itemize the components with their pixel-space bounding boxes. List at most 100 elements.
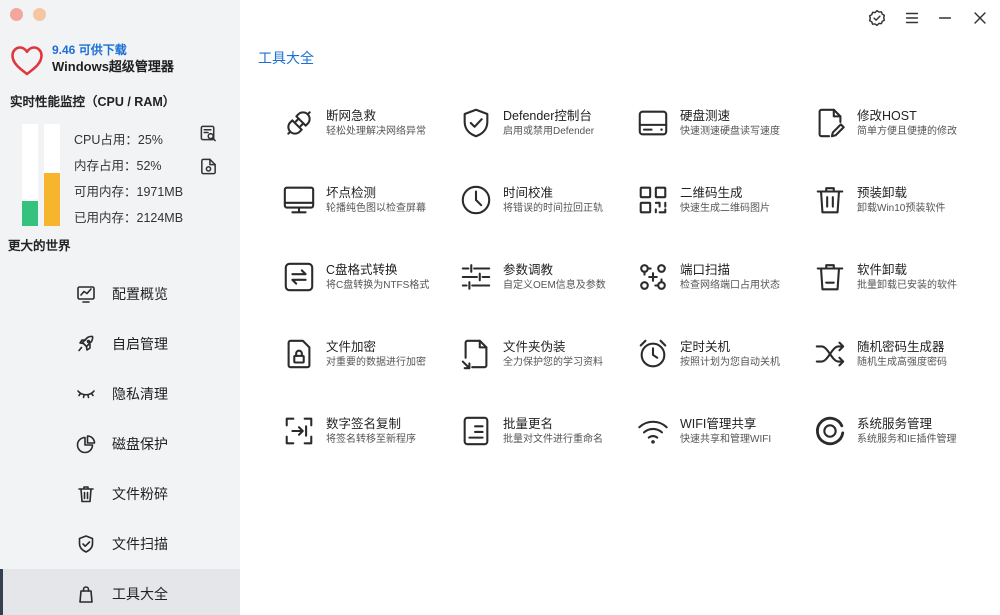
tool-title: 定时关机	[680, 340, 731, 354]
tool-software-uninstall[interactable]: 软件卸载批量卸载已安装的软件	[813, 260, 990, 300]
sliders-icon	[459, 260, 493, 294]
cpu-usage-bar	[22, 124, 38, 226]
tool-title: 二维码生成	[680, 186, 743, 200]
sidebar-item-file-shred[interactable]: 文件粉碎	[0, 469, 240, 519]
tool-description: 批量卸载已安装的软件	[857, 280, 957, 291]
sidebar-item-toolbox[interactable]: 工具大全	[0, 569, 240, 615]
main-panel: 工具大全 断网急救 轻松处理解决网络异常 Defender控制台 启用或禁用Defe…	[240, 0, 1000, 615]
tool-description: 按照计划为您自动关机	[680, 357, 780, 368]
tool-folder-disguise[interactable]: 文件夹伪装全力保护您的学习资料	[459, 337, 636, 377]
tool-title: 硬盘测速	[680, 109, 731, 123]
update-available-link[interactable]: 9.46 可供下载	[52, 43, 127, 58]
tool-text: 随机密码生成器 随机生成高强度密码	[857, 337, 947, 370]
tool-oem-params[interactable]: 参数调教 自定义OEM信息及参数	[459, 260, 636, 300]
tool-batch-rename[interactable]: 批量更名 批量对文件进行重命名	[459, 414, 636, 454]
qr-code-icon	[636, 183, 670, 217]
document-lines-icon	[459, 414, 493, 448]
sidebar-item-label: 配置概览	[112, 286, 168, 302]
tool-signature-copy[interactable]: 数字签名复制 将签名转移至新程序	[282, 414, 459, 454]
tool-title: 参数调教	[503, 263, 554, 277]
tool-scheduled-shutdown[interactable]: 定时关机按照计划为您自动关机	[636, 337, 813, 377]
tool-title: 文件加密	[326, 340, 377, 354]
tool-description: 快速测速硬盘读写速度	[680, 126, 780, 137]
sidebar-item-label: 隐私清理	[112, 386, 168, 402]
tool-dead-pixel-test[interactable]: 坏点检测 轮播纯色图以检查屏幕	[282, 183, 459, 223]
tool-description: 系统服务和IE插件管理	[857, 434, 957, 445]
alarm-clock-icon	[636, 337, 670, 371]
tool-text: 修改HOST 简单方便且便捷的修改	[857, 106, 957, 139]
file-settings-icon[interactable]	[199, 157, 218, 176]
tool-text: 批量更名 批量对文件进行重命名	[503, 414, 603, 447]
close-button[interactable]	[971, 9, 989, 27]
tool-edit-hosts[interactable]: 修改HOST 简单方便且便捷的修改	[813, 106, 990, 146]
tool-qr-generator[interactable]: 二维码生成快速生成二维码图片	[636, 183, 813, 223]
trash-icon	[813, 183, 847, 217]
tool-file-encrypt[interactable]: 文件加密 对重要的数据进行加密	[282, 337, 459, 377]
file-lock-icon	[282, 337, 316, 371]
tool-description: 将错误的时间拉回正轨	[503, 203, 603, 214]
tool-password-generator[interactable]: 随机密码生成器 随机生成高强度密码	[813, 337, 990, 377]
hard-drive-icon	[636, 106, 670, 140]
report-search-icon[interactable]	[199, 124, 218, 143]
tool-description: 轻松处理解决网络异常	[326, 126, 426, 137]
sidebar-item-startup[interactable]: 自启管理	[0, 319, 240, 369]
tool-text: 硬盘测速快速测速硬盘读写速度	[680, 106, 780, 139]
trash-minus-icon	[813, 260, 847, 294]
tool-text: 时间校准将错误的时间拉回正轨	[503, 183, 603, 216]
sidebar-item-label: 工具大全	[112, 586, 168, 602]
tool-time-sync[interactable]: 时间校准将错误的时间拉回正轨	[459, 183, 636, 223]
tool-description: 快速生成二维码图片	[680, 203, 770, 214]
free-memory-text: 可用内存：1971MB	[74, 185, 184, 199]
verify-button[interactable]	[868, 9, 886, 27]
tool-description: 轮播纯色图以检查屏幕	[326, 203, 426, 214]
wifi-icon	[636, 414, 670, 448]
exchange-icon	[282, 260, 316, 294]
tool-text: 文件夹伪装全力保护您的学习资料	[503, 337, 603, 370]
used-memory-text: 已用内存：2124MB	[74, 211, 184, 225]
tool-title: Defender控制台	[503, 109, 592, 123]
sidebar-item-disk-protect[interactable]: 磁盘保护	[0, 419, 240, 469]
tool-defender-console[interactable]: Defender控制台 启用或禁用Defender	[459, 106, 636, 146]
tool-description: 随机生成高强度密码	[857, 357, 947, 368]
shield-check-icon	[76, 534, 96, 554]
tool-port-scan[interactable]: 端口扫描 检查网络端口占用状态	[636, 260, 813, 300]
tool-description: 全力保护您的学习资料	[503, 357, 603, 368]
tool-text: 软件卸载批量卸载已安装的软件	[857, 260, 957, 293]
tool-wifi-share[interactable]: WIFI管理共享 快速共享和管理WIFI	[636, 414, 813, 454]
sidebar-item-file-scan[interactable]: 文件扫描	[0, 519, 240, 569]
tool-text: 数字签名复制 将签名转移至新程序	[326, 414, 416, 447]
tool-title: 系统服务管理	[857, 417, 933, 431]
port-scan-icon	[636, 260, 670, 294]
tool-description: 卸载Win10预装软件	[857, 203, 946, 214]
file-edit-icon	[813, 106, 847, 140]
sidebar-item-privacy-clean[interactable]: 隐私清理	[0, 369, 240, 419]
tool-text: 参数调教 自定义OEM信息及参数	[503, 260, 606, 293]
pie-chart-icon	[76, 434, 96, 454]
tool-text: WIFI管理共享 快速共享和管理WIFI	[680, 414, 771, 447]
tool-c-drive-convert[interactable]: C盘格式转换 将C盘转换为NTFS格式	[282, 260, 459, 300]
window-dot-minimize[interactable]	[33, 8, 46, 21]
sidebar: 9.46 可供下载 Windows超级管理器 实时性能监控（CPU / RAM）…	[0, 0, 240, 615]
tool-text: 文件加密 对重要的数据进行加密	[326, 337, 426, 370]
tool-disk-speed-test[interactable]: 硬盘测速快速测速硬盘读写速度	[636, 106, 813, 146]
tool-text: 断网急救 轻松处理解决网络异常	[326, 106, 426, 139]
tool-service-manager[interactable]: 系统服务管理系统服务和IE插件管理	[813, 414, 990, 454]
tool-description: 将C盘转换为NTFS格式	[326, 280, 430, 291]
tool-text: 系统服务管理系统服务和IE插件管理	[857, 414, 956, 447]
tool-title: 时间校准	[503, 186, 554, 200]
monitor-title: 实时性能监控（CPU / RAM）	[10, 95, 176, 109]
tool-title: 软件卸载	[857, 263, 908, 277]
sidebar-item-overview[interactable]: 配置概览	[0, 269, 240, 319]
chart-icon	[76, 284, 96, 304]
section-title: 更大的世界	[8, 239, 71, 253]
tool-preinstalled-uninstall[interactable]: 预装卸载 卸载Win10预装软件	[813, 183, 990, 223]
tool-title: 批量更名	[503, 417, 554, 431]
minimize-icon	[936, 9, 954, 27]
signature-transfer-icon	[282, 414, 316, 448]
minimize-button[interactable]	[936, 9, 954, 27]
menu-icon	[903, 9, 921, 27]
window-dot-close[interactable]	[10, 8, 23, 21]
tool-title: 文件夹伪装	[503, 340, 566, 354]
menu-button[interactable]	[903, 9, 921, 27]
tool-network-rescue[interactable]: 断网急救 轻松处理解决网络异常	[282, 106, 459, 146]
